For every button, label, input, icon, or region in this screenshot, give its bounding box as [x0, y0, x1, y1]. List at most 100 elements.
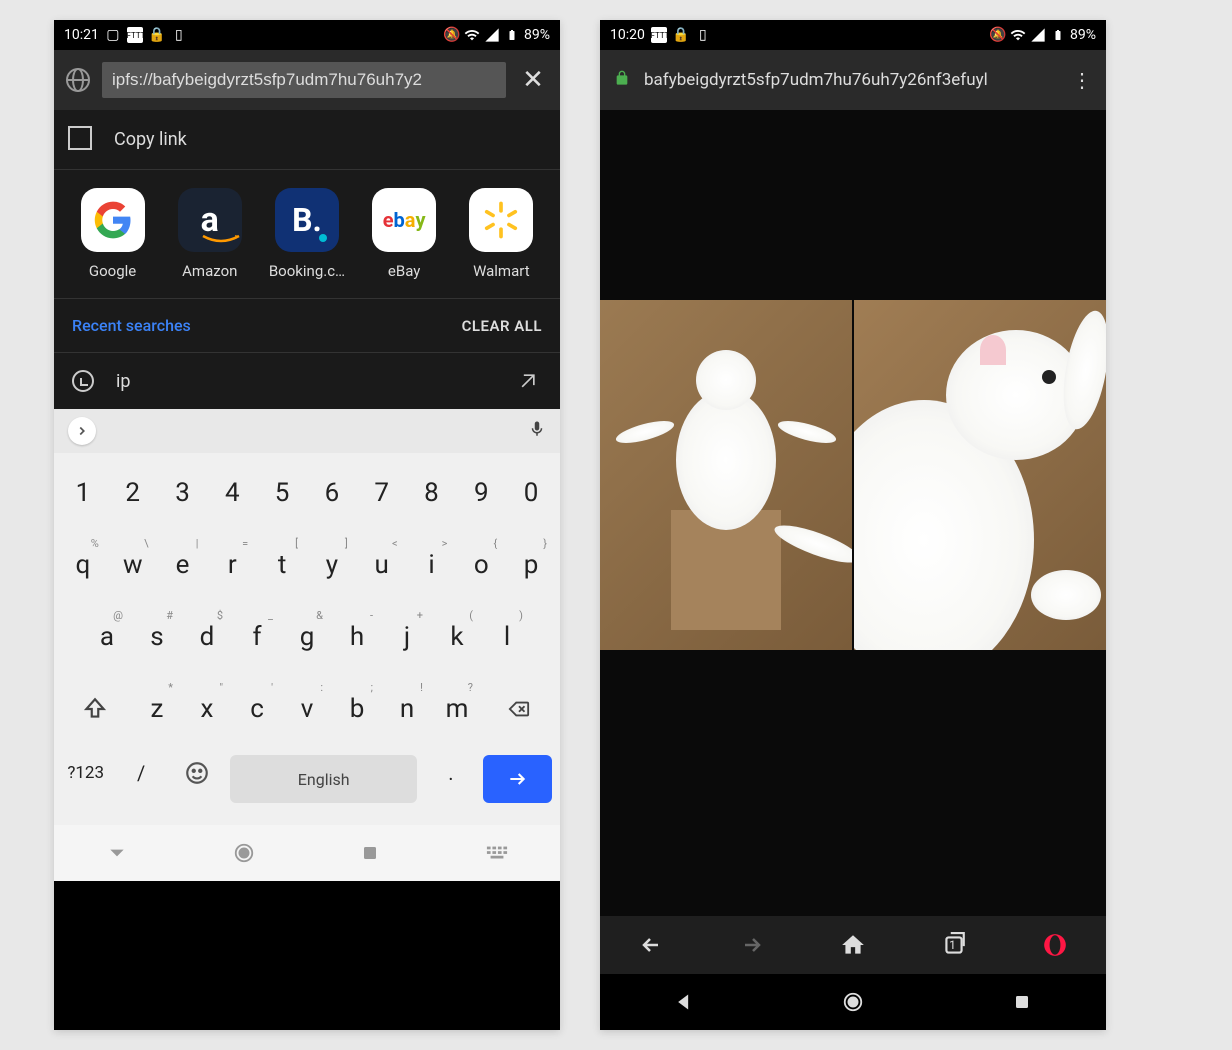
key-g[interactable]: g& [283, 605, 331, 669]
nav-back-icon[interactable] [670, 988, 698, 1016]
key-2[interactable]: 2 [109, 461, 157, 525]
key-n[interactable]: n! [383, 677, 431, 741]
tabs-button[interactable]: 1 [939, 930, 969, 960]
clear-url-button[interactable]: ✕ [518, 65, 548, 95]
emoji-key[interactable] [170, 749, 223, 797]
key-i[interactable]: i> [408, 533, 456, 597]
tab-count: 1 [949, 938, 956, 952]
key-b[interactable]: b; [333, 677, 381, 741]
insert-arrow-icon[interactable] [514, 367, 542, 395]
copy-link-label: Copy link [114, 129, 187, 150]
key-p[interactable]: p} [507, 533, 555, 597]
keyboard-suggestion-bar [54, 409, 560, 453]
key-j[interactable]: j+ [383, 605, 431, 669]
clear-all-button[interactable]: CLEAR ALL [462, 317, 542, 335]
key-w[interactable]: w\ [109, 533, 157, 597]
url-text: bafybeigdyrzt5sfp7udm7hu76uh7y26nf3efuyl [644, 70, 1058, 90]
tile-google[interactable]: Google [68, 188, 158, 280]
keyboard: 1234567890 q%w\e|r=t[y]u<i>o{p} a@s#d$f_… [54, 453, 560, 825]
status-bar: 10:21 ▢ IFTTT 🔒 ▯ 🔕 89% [54, 20, 560, 50]
key-9[interactable]: 9 [457, 461, 505, 525]
ebay-icon: ebay [372, 188, 436, 252]
key-v[interactable]: v: [283, 677, 331, 741]
tile-walmart[interactable]: Walmart [456, 188, 546, 280]
battery-icon [504, 27, 520, 43]
key-6[interactable]: 6 [308, 461, 356, 525]
google-icon [81, 188, 145, 252]
dnd-icon: 🔕 [444, 27, 460, 43]
backspace-key[interactable] [483, 677, 555, 741]
mic-icon[interactable] [528, 417, 546, 445]
key-5[interactable]: 5 [258, 461, 306, 525]
key-x[interactable]: x" [183, 677, 231, 741]
tile-booking[interactable]: B. Booking.c… [262, 188, 352, 280]
chevron-right-icon[interactable] [68, 417, 96, 445]
key-e[interactable]: e| [159, 533, 207, 597]
nav-recents-icon[interactable] [1008, 988, 1036, 1016]
copy-link-row[interactable]: Copy link [54, 110, 560, 170]
key-d[interactable]: d$ [183, 605, 231, 669]
recent-searches-row: Recent searches CLEAR ALL [54, 299, 560, 353]
nav-hide-keyboard-icon[interactable] [102, 838, 132, 868]
key-c[interactable]: c' [233, 677, 281, 741]
space-key[interactable]: English [230, 755, 417, 803]
tile-label: Amazon [182, 262, 237, 280]
nav-keyboard-switch-icon[interactable] [482, 838, 512, 868]
key-o[interactable]: o{ [457, 533, 505, 597]
tile-amazon[interactable]: a Amazon [165, 188, 255, 280]
key-z[interactable]: z* [133, 677, 181, 741]
tile-label: eBay [388, 262, 420, 280]
key-t[interactable]: t[ [258, 533, 306, 597]
tile-ebay[interactable]: ebay eBay [359, 188, 449, 280]
enter-key[interactable] [483, 755, 552, 803]
page-content [600, 110, 1106, 916]
booking-icon: B. [275, 188, 339, 252]
key-a[interactable]: a@ [83, 605, 131, 669]
period-key[interactable]: . [424, 749, 477, 797]
wifi-icon [464, 27, 480, 43]
key-f[interactable]: f_ [233, 605, 281, 669]
opera-menu-button[interactable] [1040, 930, 1070, 960]
key-1[interactable]: 1 [59, 461, 107, 525]
nav-home-icon[interactable] [839, 988, 867, 1016]
history-icon [72, 370, 94, 392]
key-7[interactable]: 7 [358, 461, 406, 525]
key-8[interactable]: 8 [408, 461, 456, 525]
key-m[interactable]: m? [433, 677, 481, 741]
key-0[interactable]: 0 [507, 461, 555, 525]
key-h[interactable]: h- [333, 605, 381, 669]
status-time: 10:21 [64, 27, 99, 43]
nav-recents-icon[interactable] [355, 838, 385, 868]
address-bar[interactable]: bafybeigdyrzt5sfp7udm7hu76uh7y26nf3efuyl… [600, 50, 1106, 110]
key-r[interactable]: r= [208, 533, 256, 597]
status-time: 10:20 [610, 27, 645, 43]
key-k[interactable]: k( [433, 605, 481, 669]
forward-button[interactable] [737, 930, 767, 960]
history-item[interactable]: ip [54, 353, 560, 409]
notif-battery-icon: ▯ [695, 27, 711, 43]
back-button[interactable] [636, 930, 666, 960]
home-button[interactable] [838, 930, 868, 960]
key-4[interactable]: 4 [208, 461, 256, 525]
recent-searches-label: Recent searches [72, 316, 191, 335]
signal-icon [484, 27, 500, 43]
nav-home-icon[interactable] [229, 838, 259, 868]
key-l[interactable]: l) [483, 605, 531, 669]
key-u[interactable]: u< [358, 533, 406, 597]
notif-ifttt-icon: IFTTT [127, 27, 143, 43]
shift-key[interactable] [59, 677, 131, 741]
key-q[interactable]: q% [59, 533, 107, 597]
url-input[interactable] [102, 62, 506, 98]
amazon-icon: a [178, 188, 242, 252]
key-y[interactable]: y] [308, 533, 356, 597]
symbols-key[interactable]: ?123 [59, 749, 112, 797]
status-bar: 10:20 IFTTT 🔒 ▯ 🔕 89% [600, 20, 1106, 50]
menu-dots-icon[interactable]: ⋮ [1072, 68, 1092, 92]
key-s[interactable]: s# [133, 605, 181, 669]
battery-pct: 89% [524, 27, 550, 43]
key-3[interactable]: 3 [159, 461, 207, 525]
speed-dial-tiles: Google a Amazon B. Booking.c… ebay eBay … [54, 170, 560, 299]
dnd-icon: 🔕 [990, 27, 1006, 43]
notif-image-icon: ▢ [105, 27, 121, 43]
slash-key[interactable]: / [114, 749, 167, 797]
